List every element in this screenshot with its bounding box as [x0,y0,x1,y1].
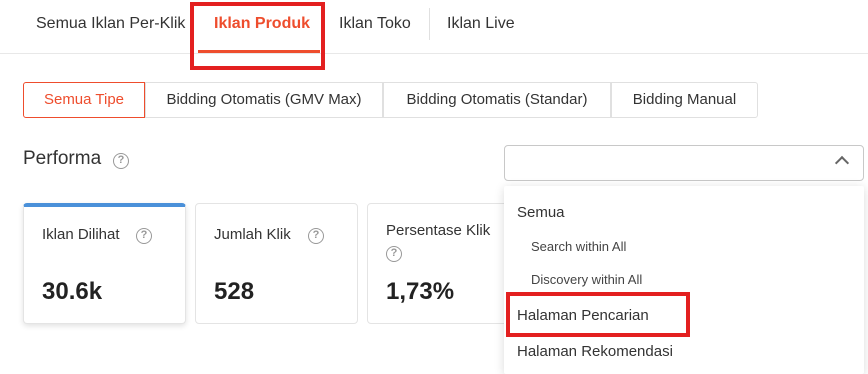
type-bidding-gmv-max[interactable]: Bidding Otomatis (GMV Max) [145,82,383,118]
metric-label: Jumlah Klik [214,226,291,243]
performa-title: Performa [23,148,102,169]
metric-label: Iklan Dilihat [42,226,120,243]
dropdown-option-semua[interactable]: Semua [504,204,864,221]
active-tab-indicator [198,50,320,53]
metric-value: 1,73% [386,278,455,305]
dropdown-option-search-within-all[interactable]: Search within All [504,239,864,254]
chevron-up-icon [834,155,850,171]
question-circle-icon[interactable]: ? [386,246,402,262]
question-circle-icon[interactable]: ? [136,228,152,244]
type-semua-tipe[interactable]: Semua Tipe [23,82,145,118]
tab-iklan-produk[interactable]: Iklan Produk [214,0,310,48]
metric-label: Persentase Klik [386,222,491,239]
question-circle-icon[interactable]: ? [113,153,129,169]
placement-select[interactable] [504,145,864,181]
tab-iklan-live[interactable]: Iklan Live [447,0,515,48]
metric-value: 528 [214,278,255,305]
metric-card-iklan-dilihat[interactable]: Iklan Dilihat ? 30.6k [23,203,186,324]
question-circle-icon[interactable]: ? [308,228,324,244]
dropdown-option-halaman-rekomendasi[interactable]: Halaman Rekomendasi [504,343,864,360]
dropdown-option-discovery-within-all[interactable]: Discovery within All [504,272,864,287]
placement-dropdown-menu: Semua Search within All Discovery within… [504,186,864,374]
metric-card-jumlah-klik[interactable]: Jumlah Klik ? 528 [195,203,358,324]
metric-value: 30.6k [42,278,103,305]
tab-iklan-toko[interactable]: Iklan Toko [339,0,411,48]
metric-card-persentase-klik[interactable]: Persentase Klik ? 1,73% [367,203,517,324]
type-bidding-standar[interactable]: Bidding Otomatis (Standar) [383,82,611,118]
dropdown-option-halaman-pencarian[interactable]: Halaman Pencarian [504,307,864,324]
tab-semua-iklan-per-klik[interactable]: Semua Iklan Per-Klik [36,0,185,48]
type-bidding-manual[interactable]: Bidding Manual [611,82,758,118]
top-tab-bar: Semua Iklan Per-Klik Iklan Produk Iklan … [0,0,868,54]
tab-divider [429,8,430,40]
